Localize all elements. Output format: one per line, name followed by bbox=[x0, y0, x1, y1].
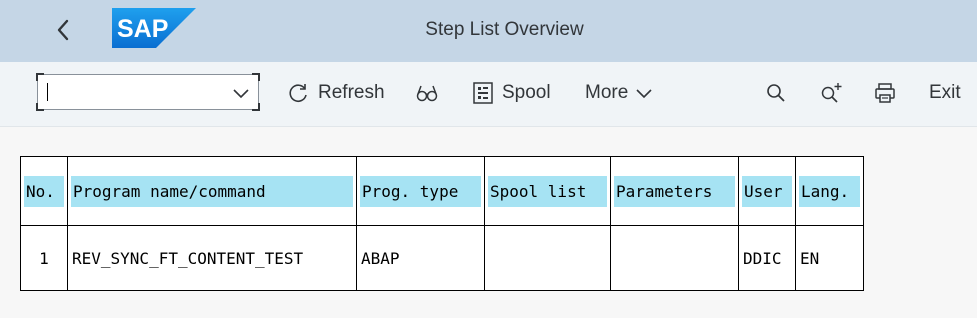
column-header-label: Spool list bbox=[488, 175, 607, 207]
cell-lang[interactable]: EN bbox=[795, 225, 864, 291]
cell-text: DDIC bbox=[743, 248, 782, 268]
focus-corner bbox=[36, 103, 44, 111]
exit-button[interactable]: Exit bbox=[929, 79, 961, 107]
cell-text: ABAP bbox=[361, 248, 400, 268]
cell-no[interactable]: 1 bbox=[20, 225, 68, 291]
chevron-down-icon[interactable] bbox=[232, 85, 250, 101]
search-icon bbox=[767, 84, 785, 102]
text-cursor bbox=[47, 83, 48, 101]
column-header-program[interactable]: Program name/command bbox=[67, 156, 357, 226]
column-header-label: No. bbox=[24, 175, 64, 207]
step-list-table: No. Program name/command Prog. type Spoo… bbox=[20, 156, 864, 291]
column-header-spool-list[interactable]: Spool list bbox=[484, 156, 611, 226]
cell-text: 1 bbox=[39, 248, 49, 268]
cell-parameters[interactable] bbox=[610, 225, 739, 291]
print-button[interactable] bbox=[874, 79, 896, 107]
focus-corner bbox=[252, 73, 260, 81]
column-header-lang[interactable]: Lang. bbox=[795, 156, 864, 226]
refresh-icon bbox=[289, 84, 307, 102]
column-header-label: Program name/command bbox=[71, 175, 353, 207]
refresh-button[interactable]: Refresh bbox=[286, 79, 385, 107]
column-header-no[interactable]: No. bbox=[20, 156, 68, 226]
focus-corner bbox=[252, 103, 260, 111]
cell-user[interactable]: DDIC bbox=[738, 225, 796, 291]
column-header-label: Lang. bbox=[799, 175, 860, 207]
printer-icon bbox=[875, 83, 895, 103]
spool-icon bbox=[473, 82, 493, 104]
chevron-down-icon bbox=[636, 89, 652, 99]
glasses-icon bbox=[416, 85, 438, 102]
refresh-label: Refresh bbox=[318, 82, 385, 103]
cell-text: EN bbox=[800, 248, 820, 268]
display-button[interactable] bbox=[416, 79, 438, 107]
column-header-prog-type[interactable]: Prog. type bbox=[356, 156, 485, 226]
spool-label: Spool bbox=[502, 82, 551, 103]
cell-program[interactable]: REV_SYNC_FT_CONTENT_TEST bbox=[67, 225, 357, 291]
command-field[interactable] bbox=[36, 73, 260, 111]
shell-header: SAP Step List Overview bbox=[0, 0, 977, 62]
column-header-label: Prog. type bbox=[360, 175, 481, 207]
column-header-label: User bbox=[742, 175, 792, 207]
find-next-button[interactable] bbox=[819, 79, 843, 107]
column-header-user[interactable]: User bbox=[738, 156, 796, 226]
table-row[interactable]: 1 REV_SYNC_FT_CONTENT_TEST ABAP DDIC EN bbox=[20, 225, 864, 291]
column-header-label: Parameters bbox=[614, 175, 735, 207]
spool-button[interactable]: Spool bbox=[472, 79, 551, 107]
page-title: Step List Overview bbox=[425, 19, 584, 40]
more-label: More bbox=[585, 82, 629, 103]
search-plus-icon bbox=[821, 83, 842, 103]
cell-prog-type[interactable]: ABAP bbox=[356, 225, 485, 291]
column-header-parameters[interactable]: Parameters bbox=[610, 156, 739, 226]
focus-corner bbox=[36, 73, 44, 81]
cell-spool-list[interactable] bbox=[484, 225, 611, 291]
more-button[interactable]: More bbox=[585, 79, 654, 107]
table-header-row: No. Program name/command Prog. type Spoo… bbox=[20, 156, 864, 226]
toolbar: Refresh Spool More Exit bbox=[0, 62, 977, 127]
find-button[interactable] bbox=[765, 79, 787, 107]
cell-text: REV_SYNC_FT_CONTENT_TEST bbox=[72, 248, 304, 268]
exit-label: Exit bbox=[929, 82, 961, 103]
